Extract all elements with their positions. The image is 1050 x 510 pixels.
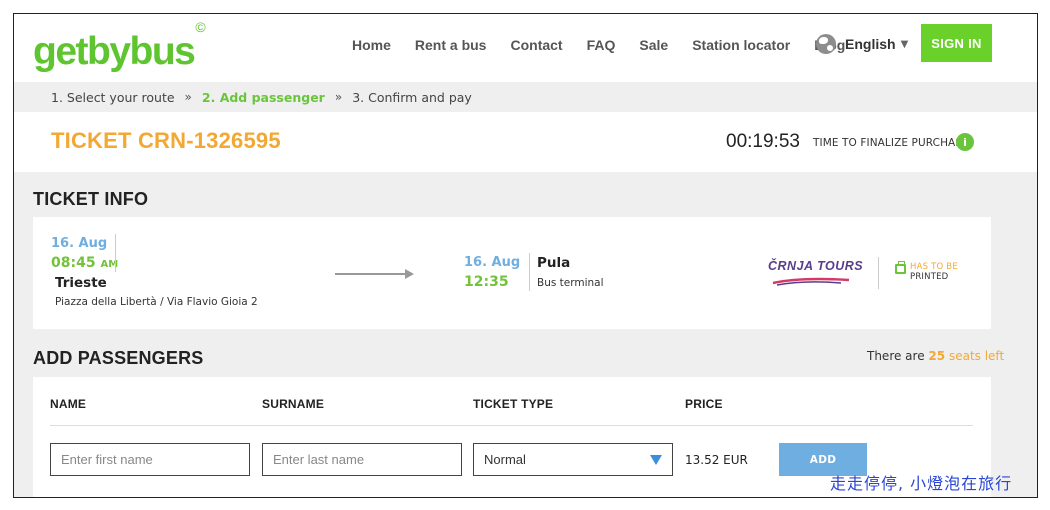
seats-count: 25: [928, 349, 946, 363]
ticket-id: TICKET CRN-1326595: [51, 128, 281, 153]
operator-logo: ČRNJA TOURS: [768, 259, 864, 273]
breadcrumb-step-1[interactable]: 1. Select your route: [51, 90, 175, 105]
chevron-down-icon: [650, 454, 662, 465]
column-header-surname: SURNAME: [262, 397, 325, 411]
ticket-type-value: Normal: [484, 452, 526, 467]
seats-prefix: There are: [867, 349, 925, 363]
arrival-city: Pula: [537, 255, 571, 271]
main-content: TICKET INFO 16. Aug 08:45 AM Trieste Pia…: [14, 172, 1037, 497]
site-logo[interactable]: getbybus©: [33, 19, 206, 74]
departure-date: 16. Aug: [51, 236, 108, 251]
countdown-timer: 00:19:53: [726, 131, 800, 152]
nav-station-locator[interactable]: Station locator: [692, 36, 790, 54]
arrival-date: 16. Aug: [464, 255, 521, 270]
arrival-time: 12:35: [464, 274, 509, 290]
arrow-right-icon: [405, 269, 414, 279]
timer-label: TIME TO FINALIZE PURCHASE: [813, 137, 969, 149]
language-label: English: [845, 36, 896, 52]
nav-contact[interactable]: Contact: [510, 36, 562, 54]
divider: [878, 257, 879, 289]
printed-line1: HAS TO BE: [910, 262, 958, 272]
breadcrumb: 1. Select your route » 2. Add passenger …: [14, 82, 1037, 112]
language-selector[interactable]: English ▼: [816, 34, 908, 54]
info-icon[interactable]: i: [956, 133, 974, 151]
divider: [529, 253, 530, 291]
breadcrumb-separator: »: [334, 90, 343, 104]
operator-swoosh-icon: [772, 277, 850, 286]
column-header-price: PRICE: [685, 397, 723, 411]
breadcrumb-step-2: 2. Add passenger: [201, 89, 325, 105]
page-frame: getbybus© Home Rent a bus Contact FAQ Sa…: [13, 13, 1038, 498]
printed-line2: PRINTED: [910, 272, 949, 282]
departure-station: Piazza della Libertà / Via Flavio Gioia …: [55, 296, 258, 308]
logo-text: getbybus: [33, 30, 196, 73]
add-passengers-title: ADD PASSENGERS: [33, 348, 204, 368]
departure-time: 08:45 AM: [51, 255, 118, 271]
ticket-bar: TICKET CRN-1326595 00:19:53 TIME TO FINA…: [14, 112, 1037, 172]
main-nav: Home Rent a bus Contact FAQ Sale Station…: [352, 36, 869, 54]
seats-left: There are 25 seats left: [867, 349, 1004, 363]
seats-suffix: seats left: [948, 349, 1005, 363]
breadcrumb-step-3: 3. Confirm and pay: [352, 89, 472, 105]
logo-copyright: ©: [195, 19, 205, 35]
last-name-input[interactable]: Enter last name: [262, 443, 462, 476]
nav-sale[interactable]: Sale: [639, 36, 668, 54]
site-header: getbybus© Home Rent a bus Contact FAQ Sa…: [14, 14, 1037, 82]
divider: [50, 425, 973, 426]
ticket-info-title: TICKET INFO: [33, 189, 149, 209]
printer-icon: [895, 261, 906, 274]
sign-in-button[interactable]: SIGN IN: [921, 24, 992, 62]
first-name-input[interactable]: Enter first name: [50, 443, 250, 476]
nav-home[interactable]: Home: [352, 36, 391, 54]
nav-faq[interactable]: FAQ: [587, 36, 616, 54]
ticket-type-select[interactable]: Normal: [473, 443, 673, 476]
ticket-price: 13.52 EUR: [685, 453, 748, 467]
departure-time-value: 08:45: [51, 255, 96, 271]
departure-city: Trieste: [55, 275, 107, 291]
watermark-text: 走走停停, 小燈泡在旅行: [830, 474, 1013, 493]
breadcrumb-separator: »: [184, 90, 192, 104]
arrival-station: Bus terminal: [537, 277, 604, 289]
route-arrow: [335, 273, 407, 275]
column-header-ticket-type: TICKET TYPE: [473, 397, 554, 411]
column-header-name: NAME: [50, 397, 87, 411]
chevron-down-icon: ▼: [900, 38, 909, 50]
print-required-notice: HAS TO BE PRINTED: [895, 261, 958, 282]
trip-card: 16. Aug 08:45 AM Trieste Piazza della Li…: [33, 217, 991, 329]
globe-icon: [816, 34, 836, 54]
nav-rent-a-bus[interactable]: Rent a bus: [415, 36, 487, 54]
divider: [115, 234, 116, 272]
